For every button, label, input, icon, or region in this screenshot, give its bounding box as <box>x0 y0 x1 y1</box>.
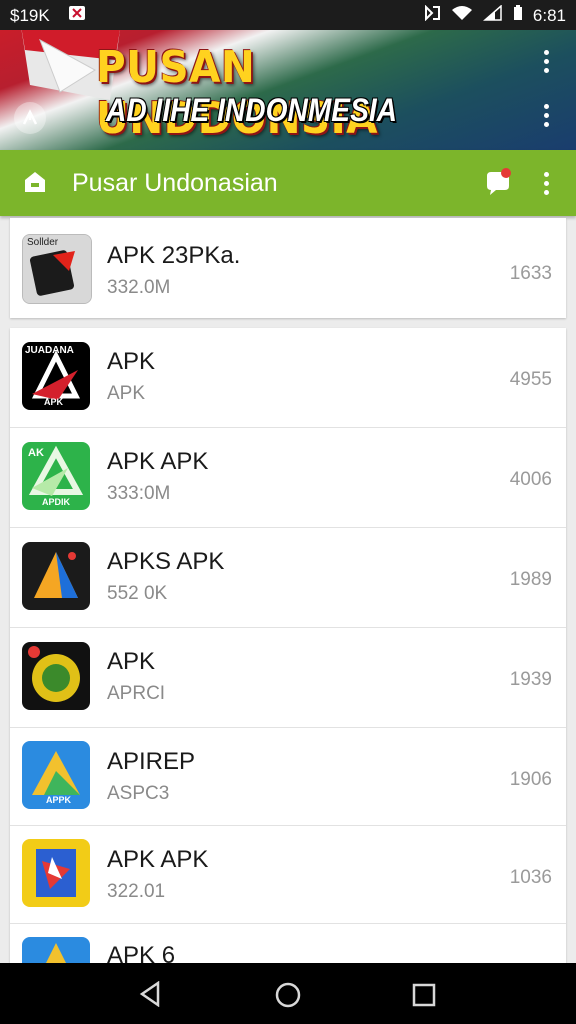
recents-icon[interactable] <box>412 983 436 1007</box>
app-icon <box>22 542 90 610</box>
list-item[interactable]: APK APK 322.01 1036 <box>10 826 566 924</box>
banner-menu-icon[interactable] <box>534 47 558 75</box>
app-name: APIREP <box>107 748 196 775</box>
featured-app-count: 1633 <box>509 263 552 284</box>
app-size: APRCI <box>107 683 166 704</box>
app-icon <box>22 642 90 710</box>
list-item[interactable]: APPK APIREP ASPC3 1906 <box>10 728 566 826</box>
featured-app-icon: Sollder <box>22 234 92 304</box>
app-name: APK APK <box>107 448 209 475</box>
app-icon: APPK <box>22 741 90 809</box>
app-icon <box>22 839 90 907</box>
notification-icon <box>68 5 86 26</box>
banner-subtitle: AD IIHE INDONMESIA <box>106 92 398 128</box>
promo-banner[interactable]: PUSAN UNDDONSIA AD IIHE INDONMESIA <box>0 30 576 150</box>
app-count: 1906 <box>509 769 552 790</box>
app-icon: AK APDIK <box>22 442 90 510</box>
featured-app-size: 332.0M <box>107 277 171 298</box>
app-count: 1939 <box>509 669 552 690</box>
app-size: 333:0M <box>107 483 171 504</box>
app-count: 4955 <box>509 369 552 390</box>
home-button-icon[interactable] <box>274 981 302 1009</box>
app-bar: Pusar Undonasian <box>0 150 576 216</box>
app-name: APK <box>107 348 156 375</box>
app-bar-menu-icon[interactable] <box>534 169 558 197</box>
banner-more-icon[interactable] <box>534 101 558 129</box>
app-size: 322.01 <box>107 881 166 902</box>
wifi-icon <box>451 5 473 26</box>
list-item[interactable]: APK 6 <box>10 924 566 968</box>
back-icon[interactable] <box>138 981 162 1007</box>
featured-app-row[interactable]: Sollder APK 23PKa. 332.0M 1633 <box>10 218 566 318</box>
system-nav-bar <box>0 963 576 1024</box>
app-name: APK <box>107 648 156 675</box>
app-size: APK <box>107 383 146 404</box>
list-item[interactable]: APKS APK 552 0K 1989 <box>10 528 566 628</box>
list-item[interactable]: JUADANA APK APK APK 4955 <box>10 328 566 428</box>
app-name: APKS APK <box>107 548 225 575</box>
app-icon: JUADANA APK <box>22 342 90 410</box>
app-count: 1989 <box>509 569 552 590</box>
app-size: ASPC3 <box>107 783 170 804</box>
nfc-icon <box>423 4 441 26</box>
clock: 6:81 <box>532 5 566 25</box>
app-list: JUADANA APK APK APK 4955 AK APDIK APK AP… <box>10 328 566 968</box>
app-bar-title: Pusar Undonasian <box>72 169 278 197</box>
status-bar: $19K 6:81 <box>0 0 576 30</box>
featured-app-name: APK 23PKa. <box>107 242 241 269</box>
app-count: 4006 <box>509 469 552 490</box>
app-size: 552 0K <box>107 583 168 604</box>
battery-icon <box>513 5 523 26</box>
status-left-text: $19K <box>10 5 50 25</box>
chat-notification-icon[interactable] <box>484 168 512 196</box>
app-count: 1036 <box>509 867 552 888</box>
share-icon[interactable] <box>14 102 46 134</box>
list-item[interactable]: APK APRCI 1939 <box>10 628 566 728</box>
signal-icon <box>482 4 503 26</box>
app-name: APK APK <box>107 846 209 873</box>
home-icon[interactable] <box>22 170 48 194</box>
list-item[interactable]: AK APDIK APK APK 333:0M 4006 <box>10 428 566 528</box>
featured-app-card[interactable]: Sollder APK 23PKa. 332.0M 1633 <box>10 218 566 318</box>
